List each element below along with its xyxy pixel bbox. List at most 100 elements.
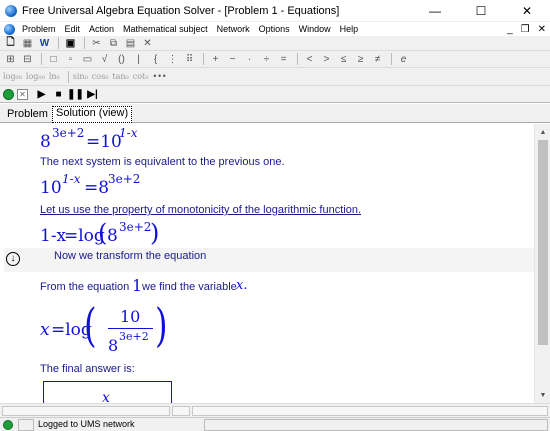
eq4-numerator: 10: [120, 307, 141, 326]
equals-icon[interactable]: =: [276, 53, 291, 66]
euler-e-icon[interactable]: e: [396, 53, 411, 66]
brackets-icon[interactable]: (): [114, 53, 129, 66]
document-tabs: Problem Solution (view): [0, 104, 550, 123]
less-equal-icon[interactable]: ≤: [336, 53, 351, 66]
greater-than-icon[interactable]: >: [319, 53, 334, 66]
toolbar-separator: [84, 37, 85, 49]
cot-button[interactable]: cot₀: [133, 72, 149, 81]
final-answer-label: The final answer is:: [40, 363, 135, 375]
mdi-controls: _ ❐ ✕: [507, 22, 546, 36]
ln-button[interactable]: ln₀: [49, 72, 60, 81]
tab-problem[interactable]: Problem: [3, 107, 52, 124]
word-export-icon[interactable]: W: [37, 37, 52, 50]
more-functions-button[interactable]: •••: [152, 72, 166, 81]
save-icon[interactable]: ▦: [20, 37, 35, 50]
eq4-open-paren: (: [84, 298, 97, 352]
eq4-lhs: x: [40, 320, 50, 340]
find-variable-var: x.: [236, 278, 248, 293]
menu-network[interactable]: Network: [215, 24, 252, 34]
log-button[interactable]: log₀₀: [3, 72, 22, 81]
run-toolbar: ✕ ▶ ■ ❚❚ ▶|: [0, 86, 550, 103]
menu-problem[interactable]: Problem: [20, 24, 58, 34]
dots-grid-icon[interactable]: ⠿: [182, 53, 197, 66]
toolbar-separator: [41, 53, 42, 65]
system-icon[interactable]: {: [148, 53, 163, 66]
sin-button[interactable]: sin₀: [73, 72, 88, 81]
paste-icon[interactable]: ▤: [123, 37, 138, 50]
image-icon[interactable]: ▣: [63, 37, 78, 50]
mdi-close-button[interactable]: ✕: [538, 24, 546, 35]
status-cell: [204, 419, 548, 431]
bottom-cell: [172, 406, 190, 416]
minus-icon[interactable]: −: [225, 53, 240, 66]
eq4-close-paren: ): [155, 298, 168, 352]
bottom-cell: [2, 406, 170, 416]
transform-step-text: Now we transform the equation: [54, 250, 207, 262]
eq4-denominator: 8: [108, 336, 119, 355]
mdi-restore-button[interactable]: ❐: [521, 24, 530, 35]
divide-icon[interactable]: ÷: [259, 53, 274, 66]
scroll-thumb[interactable]: [538, 140, 548, 345]
menu-mathematical-subject[interactable]: Mathematical subject: [121, 24, 210, 34]
stop-solver-icon[interactable]: ✕: [17, 88, 28, 100]
document-icon[interactable]: [4, 23, 15, 35]
tan-button[interactable]: tan₀: [112, 72, 128, 81]
find-variable-text-b: we find the variable: [142, 281, 237, 293]
close-button[interactable]: ✕: [504, 0, 550, 22]
find-variable-eq-number: 1: [132, 276, 143, 295]
new-file-icon[interactable]: 🗋: [3, 37, 18, 50]
menu-action[interactable]: Action: [87, 24, 116, 34]
play-icon[interactable]: ▶: [34, 88, 49, 101]
vertical-scrollbar[interactable]: ▲ ▼: [534, 124, 550, 403]
window-controls: — ☐ ✕: [412, 0, 550, 22]
scroll-up-arrow-icon[interactable]: ▲: [535, 125, 550, 139]
fraction-icon[interactable]: ▭: [80, 53, 95, 66]
toolbar-separator: [203, 53, 204, 65]
plus-icon[interactable]: +: [208, 53, 223, 66]
menu-window[interactable]: Window: [297, 24, 333, 34]
maximize-button[interactable]: ☐: [458, 0, 504, 22]
tab-solution-view[interactable]: Solution (view): [52, 106, 133, 123]
step-icon[interactable]: ▶|: [85, 88, 100, 101]
greater-equal-icon[interactable]: ≥: [353, 53, 368, 66]
window-title: Free Universal Algebra Equation Solver -…: [22, 4, 340, 17]
copy-icon[interactable]: ⧉: [106, 37, 121, 50]
app-icon: [5, 4, 17, 17]
toolbar-separator: [58, 37, 59, 49]
function-toolbar: log₀₀ log₀₀ ln₀ sin₀ cos₀ tan₀ cot₀ •••: [0, 68, 550, 86]
menu-edit[interactable]: Edit: [63, 24, 83, 34]
mdi-minimize-button[interactable]: _: [507, 24, 513, 35]
menu-options[interactable]: Options: [257, 24, 292, 34]
menu-help[interactable]: Help: [338, 24, 361, 34]
scroll-down-arrow-icon[interactable]: ▼: [535, 388, 550, 402]
multiply-icon[interactable]: ∙: [242, 53, 257, 66]
not-equal-icon[interactable]: ≠: [370, 53, 385, 66]
delete-icon[interactable]: ✕: [140, 37, 155, 50]
expand-step-icon[interactable]: ↓: [6, 252, 20, 266]
toolbar-separator: [297, 53, 298, 65]
main-toolbar: 🗋 ▦ W ▣ ✂ ⧉ ▤ ✕: [0, 36, 550, 51]
root-icon[interactable]: √: [97, 53, 112, 66]
cut-icon[interactable]: ✂: [89, 37, 104, 50]
grid-icon[interactable]: ⋮: [165, 53, 180, 66]
title-bar: Free Universal Algebra Equation Solver -…: [0, 0, 550, 22]
stop-icon[interactable]: ■: [51, 88, 66, 101]
solution-overlay: ↓ Now we transform the equation From the…: [0, 124, 534, 403]
table-icon[interactable]: ⊟: [20, 53, 35, 66]
matrix-icon[interactable]: ⊞: [3, 53, 18, 66]
less-than-icon[interactable]: <: [302, 53, 317, 66]
bottom-cell: [192, 406, 548, 416]
pause-icon[interactable]: ❚❚: [67, 88, 84, 101]
subscript-icon[interactable]: ▫: [63, 53, 78, 66]
superscript-icon[interactable]: □: [46, 53, 61, 66]
toolbar-separator: [67, 70, 69, 83]
online-icon[interactable]: [3, 88, 14, 100]
log-base-button[interactable]: log₀₀: [26, 72, 45, 81]
cos-button[interactable]: cos₀: [92, 72, 109, 81]
network-status-icon: [3, 420, 13, 430]
minimize-button[interactable]: —: [412, 0, 458, 22]
menu-bar: Problem Edit Action Mathematical subject…: [0, 22, 550, 36]
abs-icon[interactable]: |: [131, 53, 146, 66]
eq4-fraction-bar: [108, 328, 153, 329]
final-answer-variable: x: [102, 390, 110, 403]
